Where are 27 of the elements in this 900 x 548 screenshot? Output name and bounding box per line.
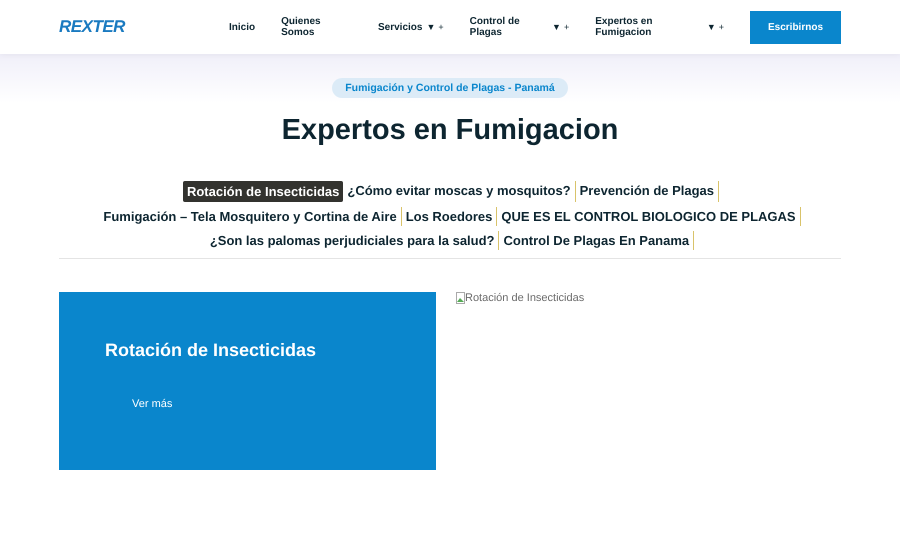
- expand-icon[interactable]: +: [438, 22, 444, 32]
- nav-link[interactable]: Expertos en Fumigacion: [595, 16, 703, 38]
- topic-tab[interactable]: Prevención de Plagas: [578, 181, 720, 202]
- read-more-link[interactable]: Ver más: [132, 398, 172, 410]
- nav-link[interactable]: Servicios: [378, 22, 422, 32]
- contact-button[interactable]: Escribirnos: [750, 10, 841, 44]
- topic-tab[interactable]: ¿Son las palomas perjudiciales para la salud?: [208, 231, 500, 250]
- category-badge: Fumigación y Control de Plagas - Panamá: [332, 78, 568, 98]
- topic-tab[interactable]: Control De Plagas En Panama: [501, 231, 694, 250]
- expand-icon[interactable]: +: [718, 22, 724, 32]
- logo[interactable]: REXTER: [59, 17, 209, 37]
- topic-tab[interactable]: Los Roedores: [404, 207, 498, 226]
- nav-link[interactable]: Inicio: [229, 22, 256, 32]
- topic-tab[interactable]: Rotación de Insecticidas: [182, 181, 344, 202]
- page-title: Expertos en Fumigacion: [280, 114, 620, 147]
- expand-icon[interactable]: +: [564, 22, 570, 32]
- topic-tab[interactable]: ¿Cómo evitar moscas y mosquitos?: [345, 181, 576, 202]
- broken-image-icon: [456, 292, 465, 304]
- nav-link[interactable]: Control de Plagas: [470, 16, 548, 38]
- topic-tab[interactable]: QUE ES EL CONTROL BIOLOGICO DE PLAGAS: [499, 207, 801, 226]
- topic-tab[interactable]: Fumigación – Tela Mosquitero y Cortina de Aire: [101, 207, 402, 226]
- panel-heading: Rotación de Insecticidas: [105, 340, 318, 361]
- caret-icon[interactable]: ▼: [706, 22, 716, 32]
- image-alt-text: Rotación de Insecticidas: [465, 292, 584, 304]
- caret-icon[interactable]: ▼: [426, 22, 436, 32]
- nav-link[interactable]: Quienes Somos: [281, 16, 352, 38]
- caret-icon[interactable]: ▼: [552, 22, 561, 32]
